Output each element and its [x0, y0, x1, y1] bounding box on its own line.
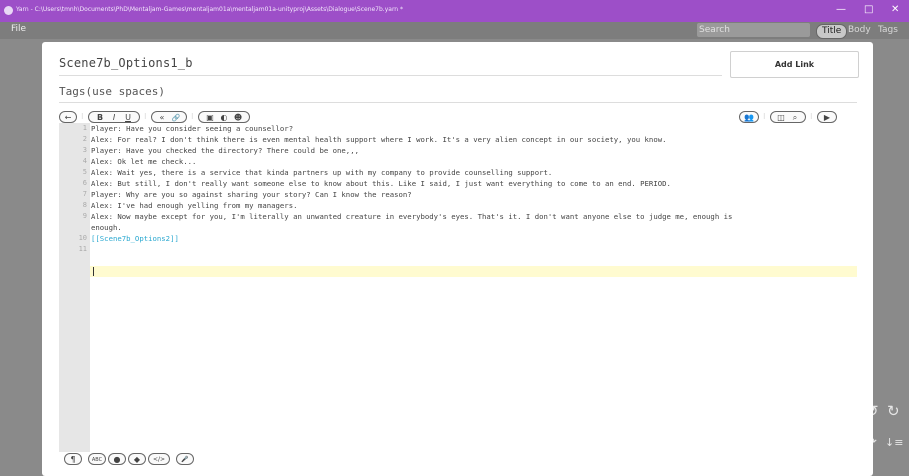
search-input[interactable]: Search	[697, 23, 810, 37]
line-number: 10	[78, 234, 87, 242]
paragraph-button[interactable]: ¶	[64, 453, 82, 465]
title-underline	[59, 75, 722, 76]
play-button[interactable]: ▶	[817, 111, 837, 123]
view-group: ◫ ⌕	[770, 111, 806, 123]
dialogue-line: Alex: Wait yes, there is a service that …	[91, 168, 553, 177]
dialogue-line: Player: Have you checked the directory? …	[91, 146, 359, 155]
spellcheck-button[interactable]: ABC	[88, 453, 106, 465]
line-number: 6	[82, 179, 87, 187]
maximize-button[interactable]: □	[864, 3, 873, 17]
redo-icon[interactable]: ↻	[887, 402, 900, 420]
line-number: 8	[82, 201, 87, 209]
users-button[interactable]: 👥	[739, 111, 759, 123]
line-number: 5	[82, 168, 87, 176]
search-option-title[interactable]: Title	[816, 24, 848, 39]
format-group: BIU	[88, 111, 140, 123]
line-number: 2	[82, 135, 87, 143]
yarn-app-icon	[4, 6, 13, 15]
line-number: 1	[82, 124, 87, 132]
tags-underline	[59, 102, 857, 103]
add-link-button[interactable]: Add Link	[730, 51, 859, 78]
line-number: 7	[82, 190, 87, 198]
line-number: 9	[82, 212, 87, 220]
separator: ⁝	[810, 112, 813, 121]
minimize-button[interactable]: —	[836, 3, 846, 17]
separator: ⁝	[144, 112, 147, 121]
close-button[interactable]: ✕	[891, 3, 899, 17]
file-menu[interactable]: File	[11, 24, 26, 34]
insert-group: «🔗	[151, 111, 187, 123]
node-title-input[interactable]: Scene7b_Options1_b	[59, 56, 193, 70]
columns-icon[interactable]: ◫	[774, 112, 788, 124]
title-bar: Yarn - C:\Users\tmnh\Documents\PhD\Menta…	[0, 0, 909, 22]
separator: ⁝	[191, 112, 194, 121]
search-option-body[interactable]: Body	[848, 24, 871, 37]
window-title: Yarn - C:\Users\tmnh\Documents\PhD\Menta…	[16, 6, 404, 13]
back-button[interactable]: ←	[59, 111, 77, 123]
text-cursor	[93, 267, 94, 276]
node-editor: Scene7b_Options1_b Add Link Tags(use spa…	[42, 42, 873, 476]
tag-button[interactable]: ◆	[128, 453, 146, 465]
node-link-line: [[Scene7b_Options2]]	[91, 234, 179, 243]
separator: ⁝	[763, 112, 766, 121]
media-group: ▣ ◐ ☻	[198, 111, 250, 123]
microphone-button[interactable]: 🎤	[176, 453, 194, 465]
dialogue-line: Alex: For real? I don't think there is e…	[91, 135, 667, 144]
line-number: 3	[82, 146, 87, 154]
dialogue-line: Player: Why are you so against sharing y…	[91, 190, 412, 199]
dialogue-line: Alex: Ok let me check...	[91, 157, 197, 166]
line-number: 11	[78, 245, 87, 253]
search-option-tags[interactable]: Tags	[878, 24, 898, 37]
separator: ⁝	[81, 112, 84, 121]
sort-icon[interactable]: ↓≡	[885, 436, 903, 449]
active-line-highlight	[90, 266, 857, 277]
code-button[interactable]: </>	[148, 453, 170, 465]
search-icon[interactable]: ⌕	[788, 112, 802, 124]
dialogue-line: Alex: But still, I don't really want som…	[91, 179, 671, 188]
dialogue-line: Alex: I've had enough yelling from my ma…	[91, 201, 298, 210]
comment-button[interactable]: ●	[108, 453, 126, 465]
dialogue-line: enough.	[91, 223, 122, 232]
line-number: 4	[82, 157, 87, 165]
dialogue-line: Alex: Now maybe except for you, I'm lite…	[91, 212, 733, 221]
dialogue-line: Player: Have you consider seeing a couns…	[91, 124, 294, 133]
tags-input[interactable]: Tags(use spaces)	[59, 85, 165, 98]
